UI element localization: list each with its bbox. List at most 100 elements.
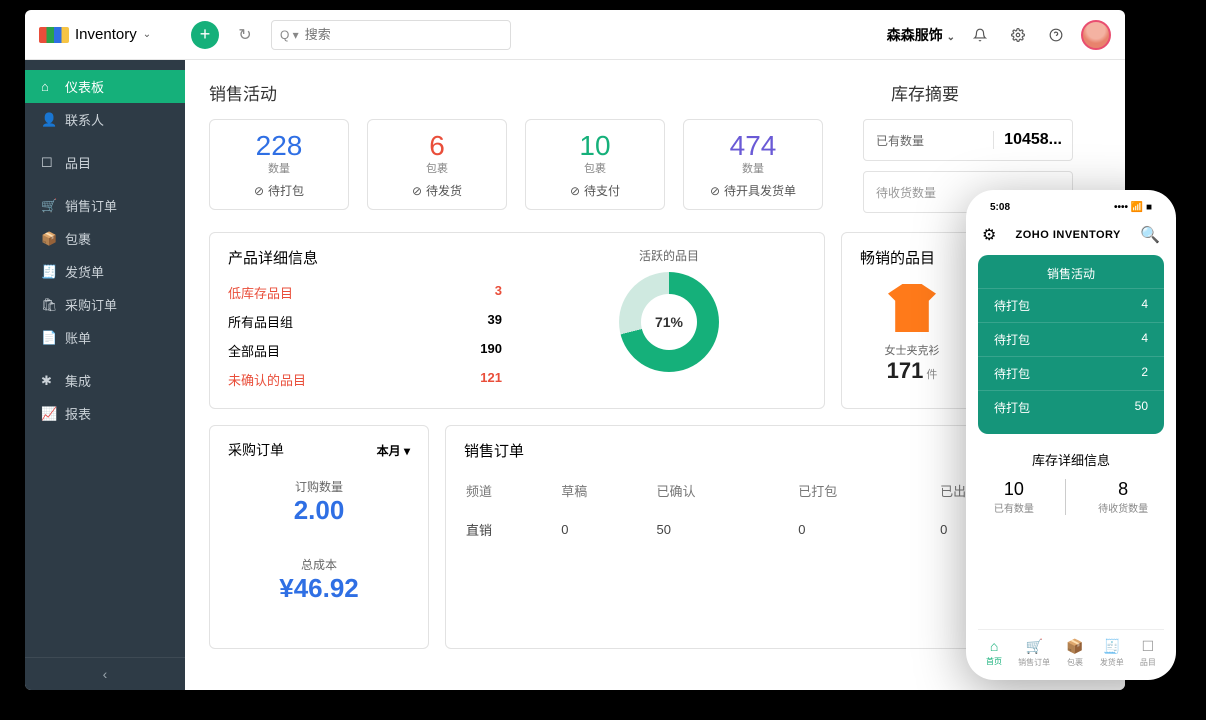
sidebar-item-package[interactable]: 📦包裹 — [25, 222, 185, 255]
product-detail-row[interactable]: 低库存品目3 — [228, 278, 502, 307]
column-header: 已确认 — [656, 473, 796, 508]
sidebar-item-label: 报表 — [65, 404, 91, 423]
sidebar-item-grid[interactable]: ✱ 集成 — [25, 364, 185, 397]
circle-icon: ⊘ — [710, 184, 720, 198]
bag-icon: 🛍 — [41, 297, 55, 313]
stat-unit: 包裹 — [534, 160, 656, 176]
nav-icon: ⌂ — [986, 638, 1002, 654]
mobile-nav-item[interactable]: ☐品目 — [1140, 638, 1156, 668]
mobile-nav-item[interactable]: 📦包裹 — [1066, 638, 1083, 668]
grid-icon: ✱ — [41, 373, 55, 389]
settings-icon[interactable]: ⚙ — [982, 225, 996, 245]
sidebar-item-label: 采购订单 — [65, 295, 117, 314]
donut-title: 活跃的品目 — [532, 247, 806, 264]
sidebar-item-cart[interactable]: 🛒销售订单 — [25, 189, 185, 222]
history-icon[interactable]: ↻ — [231, 21, 259, 49]
sidebar-item-file[interactable]: 📄 账单 — [25, 321, 185, 354]
stat-card[interactable]: 6 包裹 ⊘待发货 — [367, 119, 507, 210]
po-qty-value: 2.00 — [228, 495, 410, 526]
inventory-summary-title: 库存摘要 — [891, 80, 1101, 105]
column-header: 已打包 — [798, 473, 938, 508]
sidebar: ⌂仪表板 👤 联系人 ☐品目 🛒销售订单📦包裹 🧾 发货单 🛍 采购订单 📄 账单 ✱ 集成 📈 报表 ‹ — [25, 60, 185, 690]
sidebar-item-label: 发货单 — [65, 262, 104, 281]
org-switcher[interactable]: 森森服饰 ⌄ — [887, 25, 955, 45]
sidebar-item-doc[interactable]: 🧾 发货单 — [25, 255, 185, 288]
table-cell: 50 — [656, 510, 796, 549]
quick-create-button[interactable]: + — [191, 21, 219, 49]
mobile-stat: 8待收货数量 — [1098, 479, 1148, 515]
stat-card[interactable]: 474 数量 ⊘待开具发货单 — [683, 119, 823, 210]
settings-icon[interactable] — [1005, 22, 1031, 48]
sidebar-item-bag[interactable]: 🛍 采购订单 — [25, 288, 185, 321]
sidebar-item-home[interactable]: ⌂仪表板 — [25, 70, 185, 103]
stat-number: 6 — [376, 130, 498, 162]
product-image — [882, 278, 942, 338]
period-select[interactable]: 本月 ▾ — [377, 442, 410, 459]
stat-unit: 数量 — [218, 160, 340, 176]
best-seller-item[interactable]: 女士夹克衫 171 件 — [860, 278, 964, 384]
stat-unit: 包裹 — [376, 160, 498, 176]
product-detail-row[interactable]: 所有品目组39 — [228, 307, 502, 336]
user-avatar[interactable] — [1081, 20, 1111, 50]
mobile-stat: 10已有数量 — [994, 479, 1034, 515]
product-details-panel: 产品详细信息 低库存品目3所有品目组39全部品目190未确认的品目121 活跃的… — [209, 232, 825, 409]
purchase-orders-panel: 采购订单 本月 ▾ 订购数量 2.00 总成本 ¥46.92 — [209, 425, 429, 649]
file-icon: 📄 — [41, 330, 55, 346]
stat-status: ⊘待开具发货单 — [692, 182, 814, 199]
sidebar-item-user[interactable]: 👤 联系人 — [25, 103, 185, 136]
mobile-activity-row[interactable]: 待打包4 — [978, 322, 1164, 356]
nav-icon: 🛒 — [1018, 638, 1050, 655]
circle-icon: ⊘ — [254, 184, 264, 198]
mobile-activity-row[interactable]: 待打包2 — [978, 356, 1164, 390]
sidebar-item-label: 销售订单 — [65, 196, 117, 215]
product-switcher[interactable]: Inventory ⌄ — [39, 26, 179, 43]
stat-status: ⊘待打包 — [218, 182, 340, 199]
stat-number: 474 — [692, 130, 814, 162]
product-detail-row[interactable]: 未确认的品目121 — [228, 365, 502, 394]
doc-icon: 🧾 — [41, 264, 55, 280]
sidebar-item-box[interactable]: ☐品目 — [25, 146, 185, 179]
sidebar-item-label: 品目 — [65, 153, 91, 172]
stat-card[interactable]: 10 包裹 ⊘待支付 — [525, 119, 665, 210]
chart-icon: 📈 — [41, 406, 55, 422]
mobile-title: ZOHO INVENTORY — [1016, 229, 1121, 241]
stat-status: ⊘待发货 — [376, 182, 498, 199]
stat-unit: 数量 — [692, 160, 814, 176]
mobile-sales-card: 销售活动 待打包4待打包4待打包2待打包50 — [978, 255, 1164, 434]
circle-icon: ⊘ — [412, 184, 422, 198]
mobile-nav-item[interactable]: 🧾发货单 — [1100, 638, 1124, 668]
help-icon[interactable] — [1043, 22, 1069, 48]
nav-icon: ☐ — [1140, 638, 1156, 655]
search-input[interactable] — [299, 27, 502, 42]
sidebar-item-label: 仪表板 — [65, 77, 104, 96]
product-name: Inventory — [75, 26, 137, 43]
donut-percent: 71% — [619, 272, 719, 372]
user-icon: 👤 — [41, 112, 55, 128]
stat-number: 10 — [534, 130, 656, 162]
mobile-activity-row[interactable]: 待打包4 — [978, 288, 1164, 322]
mobile-activity-row[interactable]: 待打包50 — [978, 390, 1164, 424]
search-bar[interactable]: Q ▾ — [271, 20, 511, 50]
sidebar-item-label: 账单 — [65, 328, 91, 347]
notifications-icon[interactable] — [967, 22, 993, 48]
active-items-donut: 71% — [619, 272, 719, 372]
po-cost-label: 总成本 — [228, 556, 410, 573]
search-scope[interactable]: Q ▾ — [280, 28, 299, 42]
mobile-nav-item[interactable]: ⌂首页 — [986, 638, 1002, 668]
collapse-sidebar-button[interactable]: ‹ — [25, 657, 185, 690]
zoho-logo-icon — [39, 27, 69, 43]
column-header: 草稿 — [561, 473, 654, 508]
po-qty-label: 订购数量 — [228, 478, 410, 495]
search-icon[interactable]: 🔍 — [1140, 225, 1160, 245]
sidebar-item-label: 联系人 — [65, 110, 104, 129]
sidebar-item-label: 集成 — [65, 371, 91, 390]
table-cell: 0 — [798, 510, 938, 549]
product-detail-row[interactable]: 全部品目190 — [228, 336, 502, 365]
chevron-down-icon: ⌄ — [143, 29, 151, 40]
topbar: Inventory ⌄ + ↻ Q ▾ 森森服饰 ⌄ — [25, 10, 1125, 60]
circle-icon: ⊘ — [570, 184, 580, 198]
stat-card[interactable]: 228 数量 ⊘待打包 — [209, 119, 349, 210]
mobile-nav-item[interactable]: 🛒销售订单 — [1018, 638, 1050, 668]
nav-icon: 📦 — [1066, 638, 1083, 655]
sidebar-item-chart[interactable]: 📈 报表 — [25, 397, 185, 430]
